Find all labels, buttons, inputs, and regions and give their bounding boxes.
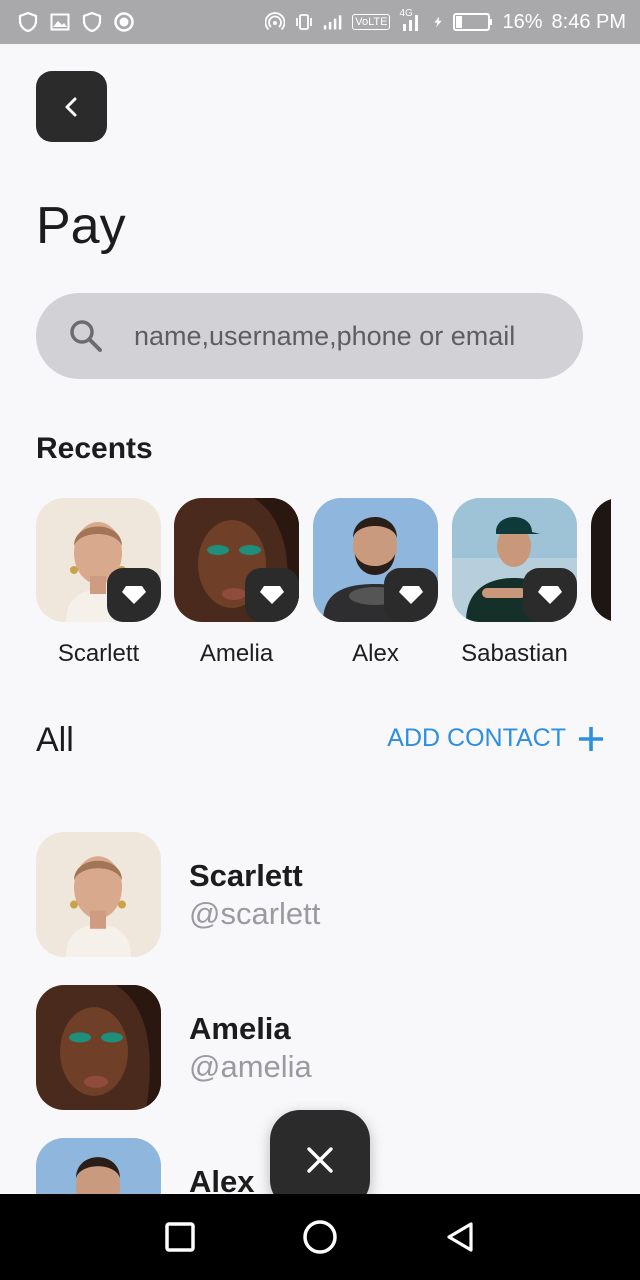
- chevron-left-icon: [65, 97, 76, 116]
- contact-row-scarlett[interactable]: Scarlett @scarlett: [36, 832, 596, 958]
- plus-icon: [579, 726, 603, 751]
- recent-apps-icon: [165, 1222, 195, 1252]
- battery-percent: 16%: [502, 10, 543, 33]
- diamond-icon: [122, 586, 146, 604]
- close-icon: [307, 1147, 333, 1173]
- all-heading: All: [36, 721, 74, 759]
- status-bar-left: [18, 12, 134, 32]
- recent-contact-alex[interactable]: Alex: [313, 498, 438, 668]
- recent-contact-scarlett[interactable]: Scarlett: [36, 498, 161, 668]
- home-icon: [303, 1220, 337, 1254]
- charging-icon: [434, 16, 443, 28]
- volte-label: VoLTE: [355, 16, 388, 28]
- navigation-bar: [0, 1194, 640, 1280]
- avatar: [591, 498, 611, 622]
- recent-contact-partial[interactable]: [591, 498, 611, 640]
- signal-icon: [324, 15, 342, 30]
- contact-name: Alex: [189, 1164, 255, 1194]
- recent-badge: [523, 568, 577, 622]
- avatar: [36, 498, 161, 622]
- avatar: [36, 1138, 161, 1194]
- image-icon: [50, 13, 70, 31]
- circle-icon: [114, 12, 134, 32]
- clock: 8:46 PM: [551, 10, 626, 33]
- recent-badge: [245, 568, 299, 622]
- avatar: [36, 832, 161, 957]
- vibrate-icon: [296, 14, 313, 30]
- volte-icon: VoLTE: [352, 14, 391, 30]
- shield-icon: [82, 12, 102, 32]
- recent-name: Amelia: [199, 640, 274, 667]
- search-icon: [70, 320, 102, 352]
- recent-apps-button[interactable]: [160, 1217, 200, 1257]
- close-fab-button[interactable]: [270, 1110, 370, 1194]
- recent-name: Scarlett: [57, 640, 140, 667]
- diamond-icon: [538, 586, 562, 604]
- home-button[interactable]: [300, 1217, 340, 1257]
- contact-name: Amelia: [189, 1011, 291, 1046]
- diamond-icon: [260, 586, 284, 604]
- signal-4g-icon: 4G: [399, 8, 423, 32]
- recents-list: Scarlett Amelia Alex Sabastian: [36, 498, 611, 678]
- avatar: [313, 498, 438, 622]
- add-contact-button[interactable]: ADD CONTACT: [387, 724, 604, 753]
- recent-name: Sabastian: [461, 640, 568, 667]
- add-contact-label: ADD CONTACT: [387, 724, 566, 752]
- hotspot-icon: [265, 12, 286, 31]
- pay-screen: Pay Recents Scarlett: [0, 44, 640, 1194]
- contact-handle: @amelia: [189, 1049, 312, 1084]
- avatar: [174, 498, 299, 622]
- recent-badge: [107, 568, 161, 622]
- search-bar[interactable]: [36, 293, 583, 379]
- recent-name: Alex: [352, 640, 399, 667]
- recents-heading: Recents: [36, 432, 153, 465]
- shield-icon: [18, 12, 38, 32]
- contact-handle: @scarlett: [189, 896, 321, 931]
- status-bar-right: VoLTE 4G 16% 8:46 PM: [265, 8, 626, 34]
- recent-contact-sabastian[interactable]: Sabastian: [452, 498, 577, 668]
- contact-name: Scarlett: [189, 858, 303, 893]
- contact-row-amelia[interactable]: Amelia @amelia: [36, 985, 596, 1111]
- avatar: [452, 498, 577, 622]
- back-icon: [447, 1222, 473, 1252]
- page-title: Pay: [36, 197, 126, 255]
- recent-contact-amelia[interactable]: Amelia: [174, 498, 299, 668]
- avatar: [36, 985, 161, 1110]
- back-button[interactable]: [36, 71, 107, 142]
- battery-icon: [453, 13, 493, 31]
- status-bar: VoLTE 4G 16% 8:46 PM: [0, 0, 640, 44]
- recent-badge: [384, 568, 438, 622]
- search-input[interactable]: [134, 320, 554, 352]
- diamond-icon: [399, 586, 423, 604]
- back-nav-button[interactable]: [440, 1217, 480, 1257]
